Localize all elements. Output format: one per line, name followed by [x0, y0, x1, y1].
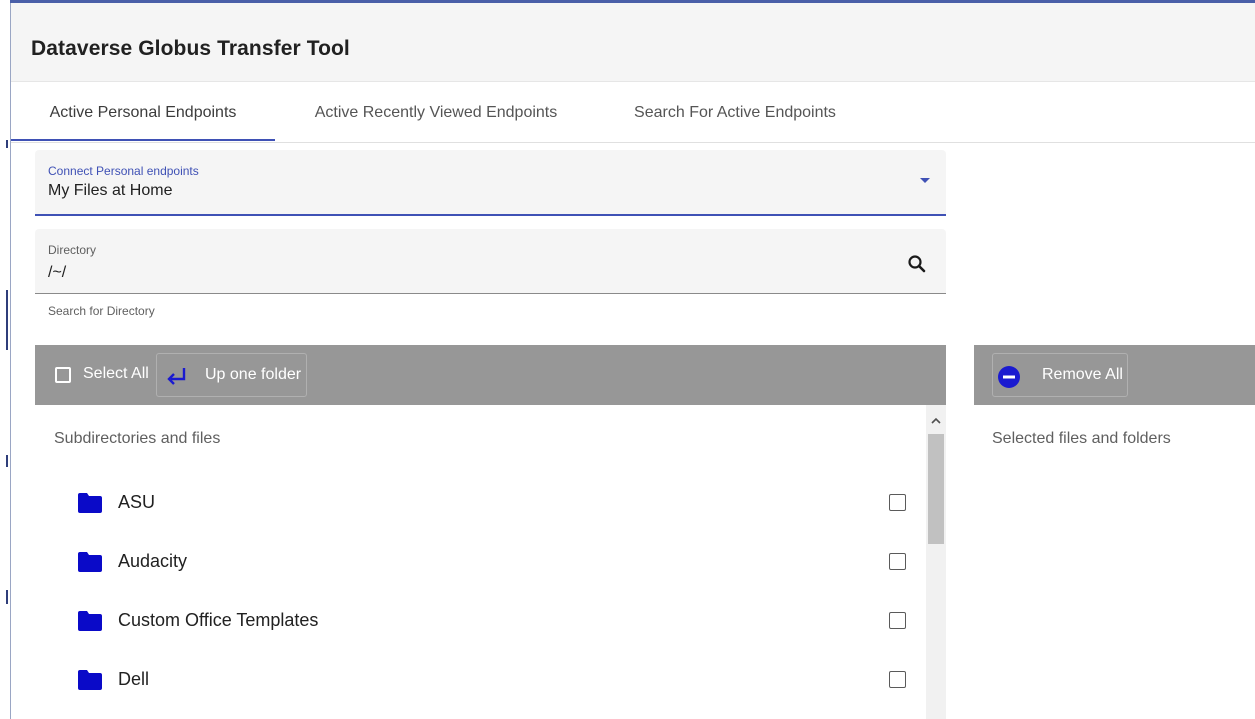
tab-search-for-active-endpoints[interactable]: Search For Active Endpoints [611, 82, 859, 142]
endpoint-select-label: Connect Personal endpoints [48, 164, 199, 178]
select-all-label[interactable]: Select All [83, 365, 149, 383]
list-item[interactable]: Dell [35, 654, 923, 713]
directory-input[interactable] [48, 262, 868, 284]
list-item[interactable]: Audacity [35, 536, 923, 595]
file-list-scrollbar[interactable] [926, 405, 946, 719]
folder-icon [77, 610, 103, 632]
list-item-checkbox[interactable] [889, 612, 906, 629]
list-item-checkbox[interactable] [889, 671, 906, 688]
active-tab-indicator [11, 139, 275, 141]
directory-label: Directory [48, 243, 97, 257]
minus-circle-icon [998, 366, 1020, 388]
app-window: Dataverse Globus Transfer Tool Active Pe… [0, 0, 1255, 719]
list-item-name[interactable]: Dell [118, 669, 149, 690]
folder-icon [77, 669, 103, 691]
endpoint-select[interactable]: Connect Personal endpoints My Files at H… [35, 150, 946, 216]
endpoint-tabs: Active Personal Endpoints Active Recentl… [11, 82, 1255, 143]
selected-files-heading: Selected files and folders [992, 430, 1171, 447]
list-item-name[interactable]: Audacity [118, 551, 187, 572]
scrollbar-thumb[interactable] [928, 434, 944, 544]
app-title: Dataverse Globus Transfer Tool [31, 37, 350, 60]
tab-active-personal-endpoints[interactable]: Active Personal Endpoints [11, 82, 275, 142]
select-all-checkbox[interactable]: Select All [55, 365, 149, 384]
list-item-name[interactable]: Custom Office Templates [118, 610, 318, 631]
tab-active-recently-viewed-endpoints[interactable]: Active Recently Viewed Endpoints [291, 82, 581, 142]
remove-all-button[interactable]: Remove All [992, 353, 1128, 397]
list-item-checkbox[interactable] [889, 553, 906, 570]
remove-all-label: Remove All [1042, 366, 1123, 383]
selected-toolbar: Remove All [974, 345, 1255, 405]
file-toolbar: Select All Up one folder [35, 345, 946, 405]
return-arrow-icon [165, 365, 189, 387]
up-one-folder-label: Up one folder [205, 366, 302, 383]
folder-icon [77, 551, 103, 573]
search-icon[interactable] [904, 251, 930, 277]
chevron-up-icon[interactable] [926, 411, 946, 431]
list-item-checkbox[interactable] [889, 494, 906, 511]
file-browser-panel: Subdirectories and files ASU Audacity Cu… [35, 405, 946, 719]
directory-hint: Search for Directory [48, 304, 155, 318]
list-item[interactable]: ASU [35, 477, 923, 536]
app-header: Dataverse Globus Transfer Tool [11, 3, 1255, 82]
file-list: ASU Audacity Custom Office Templates Del… [35, 477, 923, 713]
up-one-folder-button[interactable]: Up one folder [156, 353, 307, 397]
dropdown-arrow-icon[interactable] [920, 178, 930, 183]
list-item[interactable]: Custom Office Templates [35, 595, 923, 654]
list-item-name[interactable]: ASU [118, 492, 155, 513]
file-list-heading: Subdirectories and files [54, 430, 221, 447]
select-all-box[interactable] [55, 366, 71, 383]
folder-icon [77, 492, 103, 514]
window-left-edge [0, 0, 11, 719]
directory-field: Directory [35, 229, 946, 294]
endpoint-select-value: My Files at Home [48, 182, 173, 199]
